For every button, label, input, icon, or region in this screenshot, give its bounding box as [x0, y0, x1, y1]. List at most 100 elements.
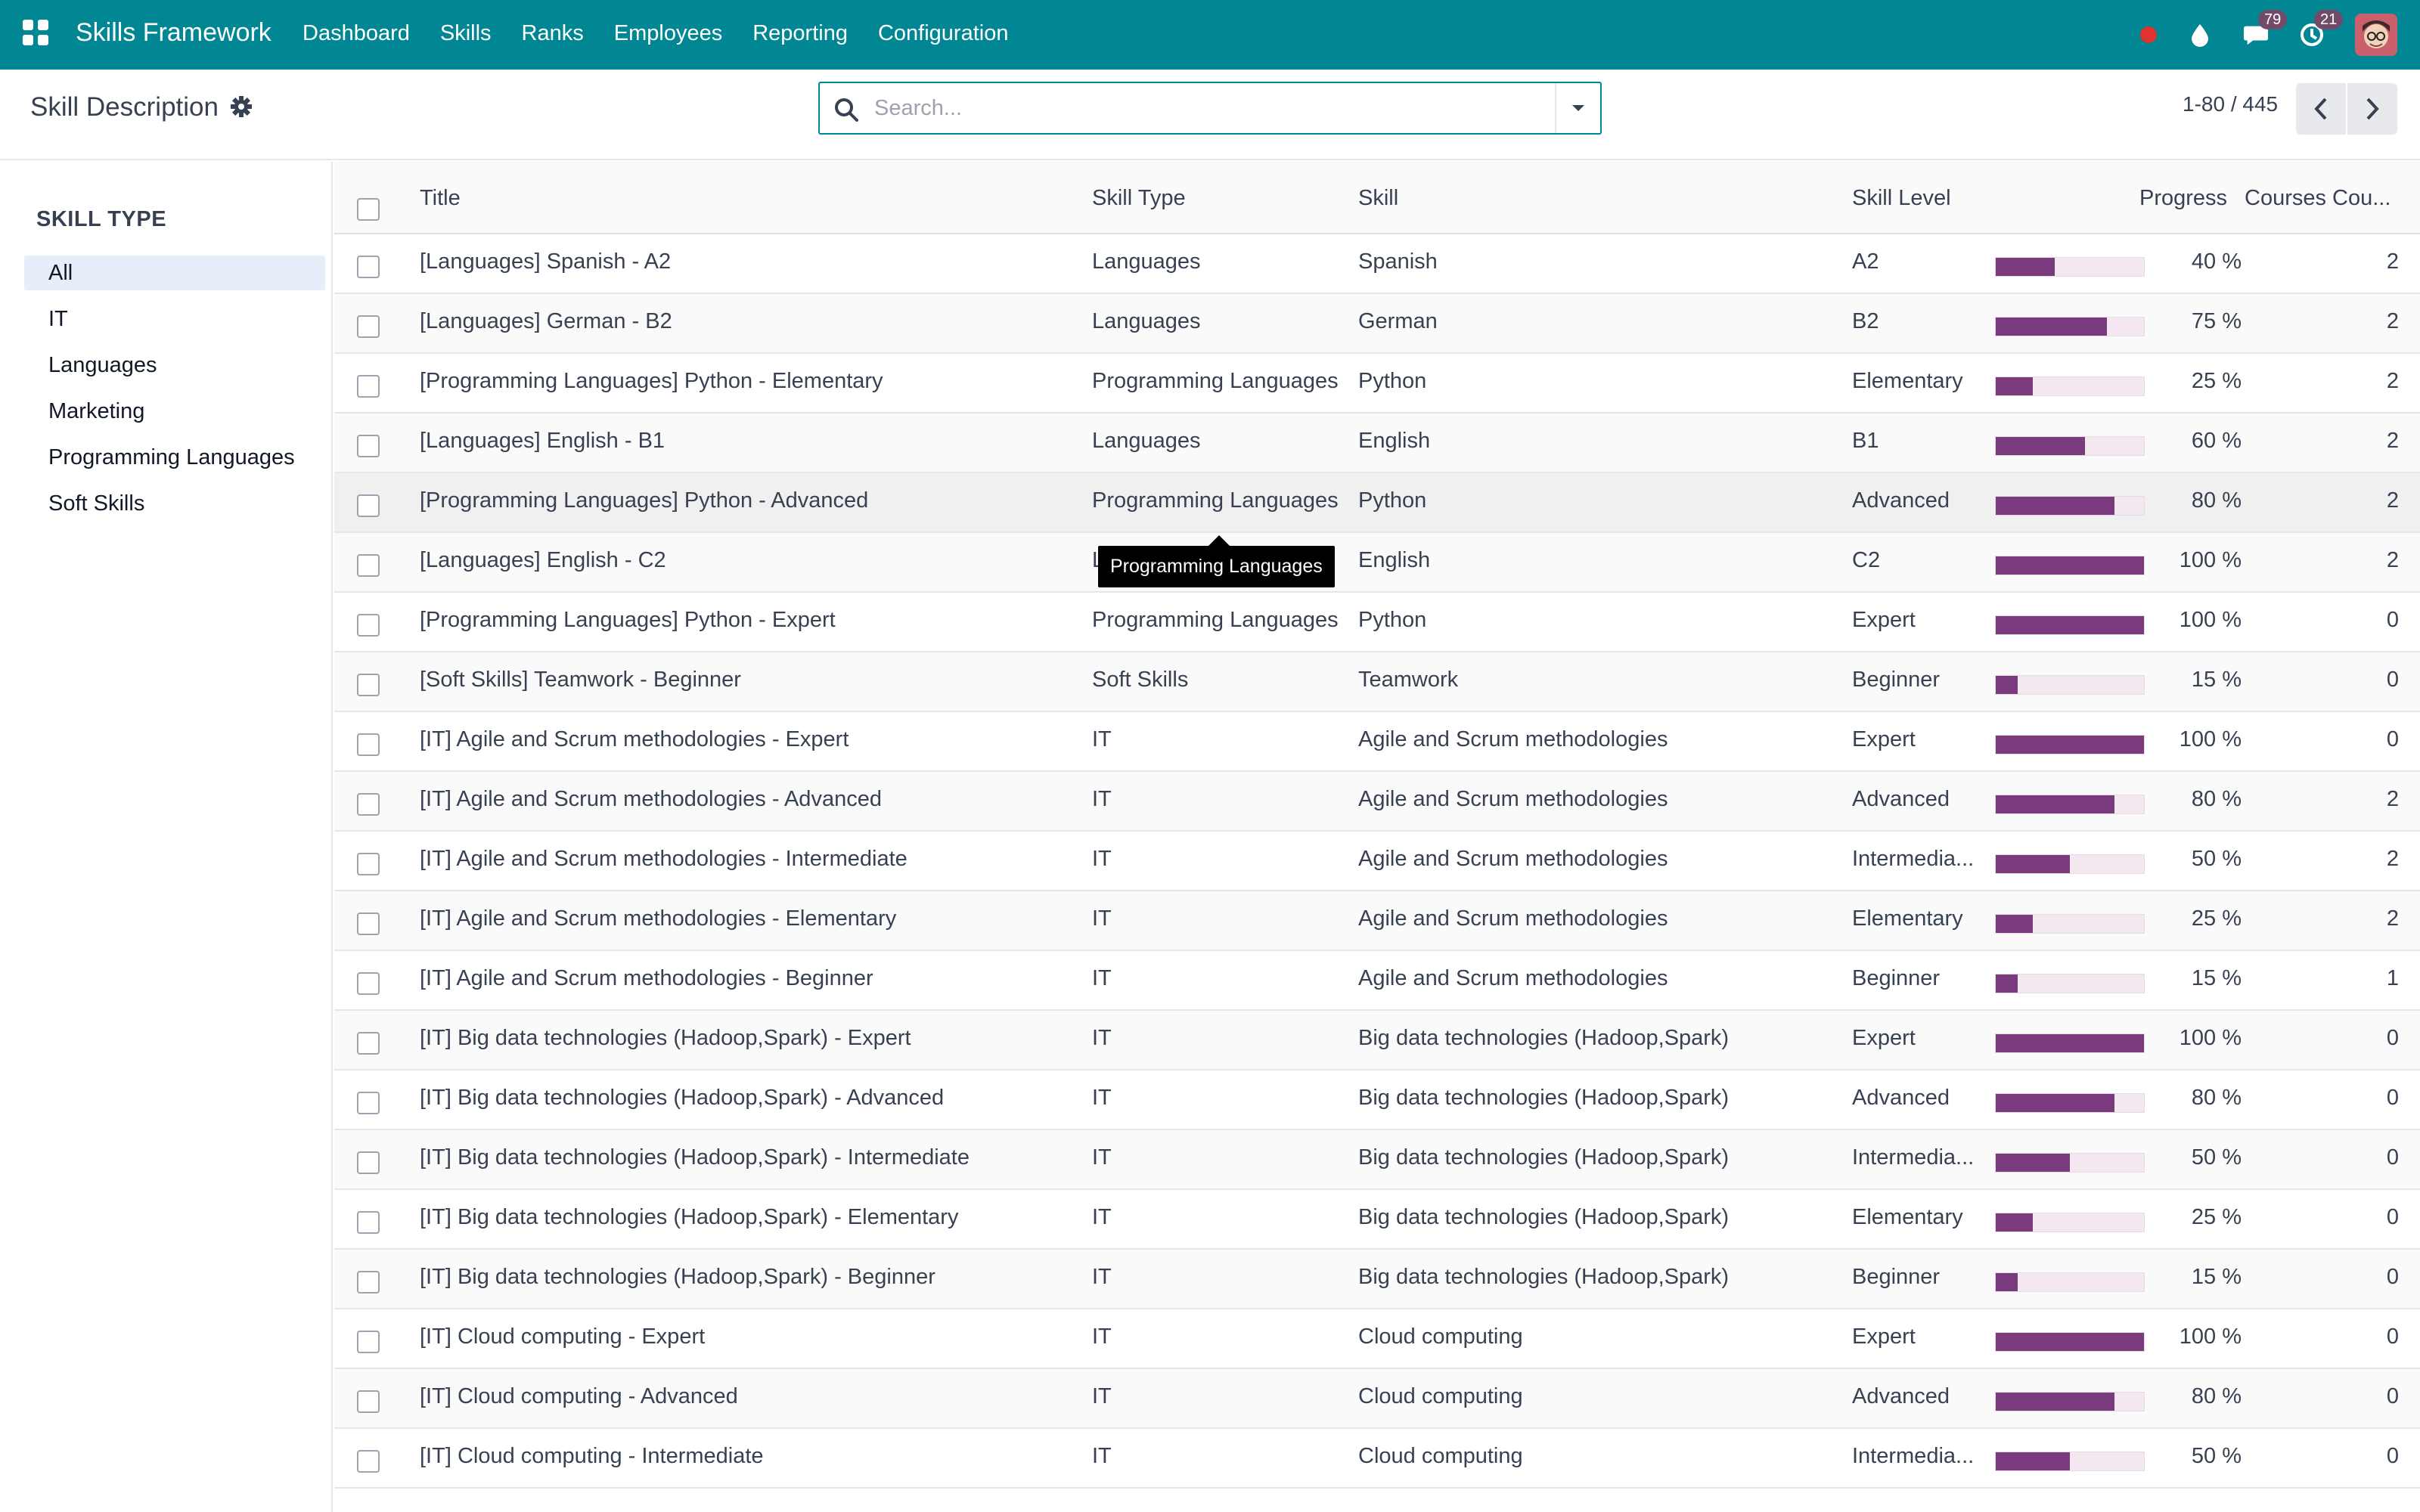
progress-bar-fill: [1996, 915, 2033, 933]
cell-skill-type: IT: [1092, 1205, 1112, 1229]
table-row[interactable]: [Soft Skills] Teamwork - Beginner Soft Sk…: [334, 652, 2420, 712]
row-checkbox[interactable]: [357, 1390, 380, 1413]
table-row[interactable]: [IT] Big data technologies (Hadoop,Spark…: [334, 1070, 2420, 1130]
cell-courses-count: 0: [2386, 1145, 2399, 1170]
table-row[interactable]: [IT] Agile and Scrum methodologies - Int…: [334, 832, 2420, 891]
table-row[interactable]: [IT] Big data technologies (Hadoop,Spark…: [334, 1130, 2420, 1190]
cell-skill-level: C2: [1852, 548, 1881, 572]
table-row[interactable]: [IT] Cloud computing - Expert IT Cloud com…: [334, 1309, 2420, 1369]
tooltip-arrow: [1208, 535, 1230, 546]
progress-bar: [1995, 1392, 2145, 1411]
cell-skill: Big data technologies (Hadoop,Spark): [1358, 1145, 1730, 1170]
app-brand[interactable]: Skills Framework: [76, 18, 271, 48]
table-row[interactable]: [Languages] English - C2LanguagesEnglish…: [334, 533, 2420, 593]
progress-bar: [1995, 615, 2145, 635]
row-checkbox[interactable]: [357, 912, 380, 935]
row-checkbox[interactable]: [357, 256, 380, 278]
column-header-skill-level[interactable]: Skill Level: [1852, 186, 1951, 211]
row-checkbox[interactable]: [357, 793, 380, 816]
cell-skill-level: B2: [1852, 309, 1879, 333]
menu-reporting[interactable]: Reporting: [752, 21, 848, 46]
menu-ranks[interactable]: Ranks: [522, 21, 584, 46]
app-grid-icon[interactable]: [23, 20, 50, 47]
column-header-skill-type[interactable]: Skill Type: [1092, 186, 1186, 211]
sidebar-item-languages[interactable]: Languages: [24, 348, 325, 383]
table-row[interactable]: [IT] Cloud computing - Intermediate IT Clo…: [334, 1429, 2420, 1489]
row-checkbox[interactable]: [357, 1211, 380, 1234]
row-checkbox[interactable]: [357, 1092, 380, 1114]
row-checkbox[interactable]: [357, 853, 380, 875]
table-row[interactable]: [IT] Agile and Scrum methodologies - Ele…: [334, 891, 2420, 951]
cell-progress-value: 25 %: [2191, 1205, 2242, 1229]
sidebar-item-it[interactable]: IT: [24, 302, 325, 336]
row-checkbox[interactable]: [357, 1331, 380, 1353]
user-avatar[interactable]: [2355, 14, 2397, 56]
table-row[interactable]: [IT] Agile and Scrum methodologies - Beg…: [334, 951, 2420, 1011]
menu-employees[interactable]: Employees: [614, 21, 722, 46]
row-checkbox[interactable]: [357, 614, 380, 637]
cell-courses-count: 2: [2386, 249, 2399, 274]
select-all-checkbox[interactable]: [357, 198, 380, 221]
column-header-progress[interactable]: Progress: [2139, 186, 2227, 211]
sidebar-item-all[interactable]: All: [24, 256, 325, 290]
search-options-toggle[interactable]: [1555, 83, 1600, 133]
sidebar-item-soft-skills[interactable]: Soft Skills: [24, 486, 325, 521]
row-checkbox[interactable]: [357, 1271, 380, 1294]
table-row[interactable]: [Programming Languages] Python - Element…: [334, 354, 2420, 414]
table-row[interactable]: [IT] Big data technologies (Hadoop,Spark…: [334, 1190, 2420, 1250]
cell-skill-level: Expert: [1852, 608, 1916, 632]
activity-clock-icon[interactable]: 21: [2299, 10, 2344, 48]
row-checkbox[interactable]: [357, 435, 380, 457]
sidebar-item-marketing[interactable]: Marketing: [24, 394, 325, 429]
sidebar-item-programming-languages[interactable]: Programming Languages: [24, 440, 325, 475]
cell-skill-type: IT: [1092, 1026, 1112, 1050]
search-input[interactable]: [874, 91, 1532, 125]
table-row[interactable]: [IT] Cloud computing - Advanced IT Cloud c…: [334, 1369, 2420, 1429]
row-checkbox[interactable]: [357, 554, 380, 577]
pager-next-button[interactable]: [2347, 83, 2397, 135]
cell-skill-type: IT: [1092, 906, 1112, 931]
gear-icon[interactable]: [230, 95, 253, 118]
cell-skill-type: IT: [1092, 1444, 1112, 1468]
control-panel: Skill Description 1-80 / 445: [0, 70, 2420, 160]
table-row[interactable]: [IT] Big data technologies (Hadoop,Spark…: [334, 1011, 2420, 1070]
row-checkbox[interactable]: [357, 1032, 380, 1055]
cell-courses-count: 2: [2386, 787, 2399, 811]
table-row[interactable]: [IT] Agile and Scrum methodologies - Exp…: [334, 712, 2420, 772]
cell-skill-type: Languages: [1092, 429, 1201, 453]
menu-configuration[interactable]: Configuration: [878, 21, 1009, 46]
column-header-skill[interactable]: Skill: [1358, 186, 1398, 211]
row-checkbox[interactable]: [357, 494, 380, 517]
row-checkbox[interactable]: [357, 375, 380, 398]
table-row[interactable]: [Languages] German - B2 Languages German B2…: [334, 294, 2420, 354]
table-row[interactable]: [Programming Languages] Python - Expert P…: [334, 593, 2420, 652]
cell-skill-level: Elementary: [1852, 1205, 1963, 1229]
systray: 79 21: [2140, 10, 2397, 56]
row-checkbox[interactable]: [357, 315, 380, 338]
row-checkbox[interactable]: [357, 972, 380, 995]
table-row[interactable]: [IT] Big data technologies (Hadoop,Spark…: [334, 1250, 2420, 1309]
table-row[interactable]: [IT] Agile and Scrum methodologies - Adv…: [334, 772, 2420, 832]
menu-dashboard[interactable]: Dashboard: [302, 21, 410, 46]
column-header-title[interactable]: Title: [420, 186, 461, 211]
progress-bar: [1995, 675, 2145, 695]
cell-progress-value: 75 %: [2191, 309, 2242, 333]
cell-skill-level: Expert: [1852, 727, 1916, 751]
row-checkbox[interactable]: [357, 1151, 380, 1174]
column-header-courses[interactable]: Courses Cou...: [2245, 186, 2391, 211]
row-checkbox[interactable]: [357, 674, 380, 696]
messages-icon[interactable]: 79: [2243, 10, 2288, 48]
cell-skill: Big data technologies (Hadoop,Spark): [1358, 1086, 1730, 1110]
row-checkbox[interactable]: [357, 733, 380, 756]
menu-skills[interactable]: Skills: [440, 21, 492, 46]
pager-previous-button[interactable]: [2296, 83, 2346, 135]
pager-value[interactable]: 1-80 / 445: [2183, 92, 2278, 116]
row-checkbox[interactable]: [357, 1450, 380, 1473]
table-row[interactable]: [Programming Languages] Python - Advance…: [334, 473, 2420, 533]
cell-skill-type: IT: [1092, 787, 1112, 811]
cell-progress-value: 100 %: [2179, 1325, 2242, 1349]
table-row[interactable]: [Languages] English - B1 Languages English…: [334, 414, 2420, 473]
table-row[interactable]: [Languages] Spanish - A2 Languages Spanish…: [334, 234, 2420, 294]
drop-icon[interactable]: [2187, 22, 2213, 48]
status-dot-icon[interactable]: [2140, 26, 2157, 43]
